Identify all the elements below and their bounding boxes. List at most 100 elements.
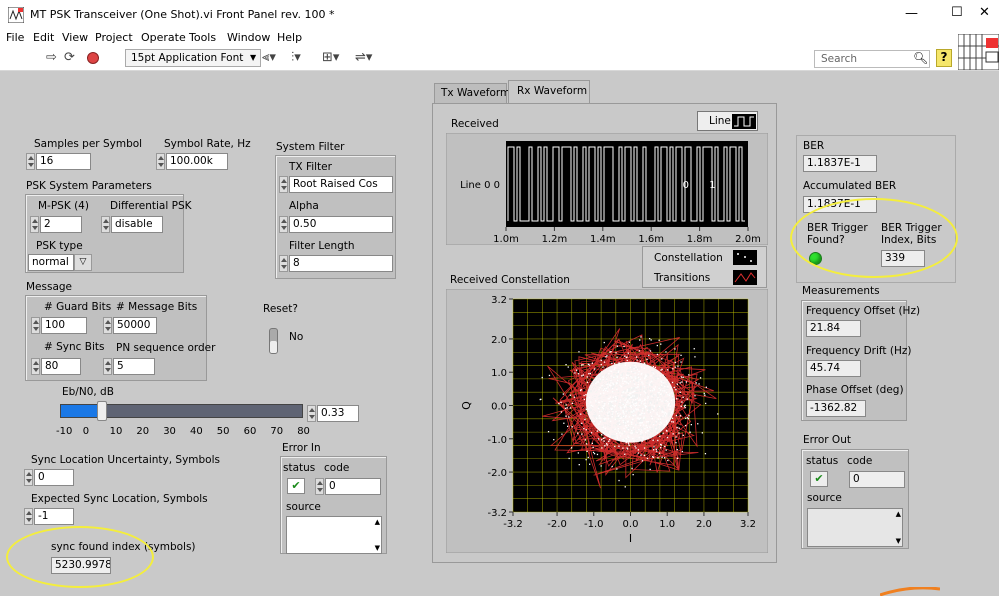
constellation-x-tick-label: 2.0 xyxy=(696,519,712,530)
sync-bits-stepper[interactable] xyxy=(31,358,40,375)
constellation-point xyxy=(641,372,643,375)
reset-state-text: No xyxy=(289,331,304,343)
menu-file[interactable]: File xyxy=(6,31,24,44)
constellation-point xyxy=(641,422,643,424)
mpsk-input[interactable]: 2 xyxy=(40,216,82,233)
constellation-point xyxy=(562,393,564,395)
minimize-button[interactable]: — xyxy=(905,6,918,21)
alpha-stepper[interactable] xyxy=(279,216,288,233)
maximize-button[interactable]: ☐ xyxy=(951,5,963,20)
search-input[interactable]: Search xyxy=(821,53,857,65)
alpha-input[interactable]: 0.50 xyxy=(289,216,393,233)
font-selector[interactable]: 15pt Application Font ▼ xyxy=(125,49,261,67)
guard-bits-input[interactable]: 100 xyxy=(41,317,87,334)
constellation-point xyxy=(622,377,625,379)
constellation-point xyxy=(661,358,663,360)
run-continuously-icon[interactable]: ⟳ xyxy=(64,50,75,65)
constellation-point xyxy=(669,408,671,410)
received-digit-label: 0 xyxy=(683,180,689,191)
message-bits-stepper[interactable] xyxy=(103,317,112,334)
menu-operate[interactable]: Operate xyxy=(141,31,186,44)
error-in-code-input[interactable]: 0 xyxy=(325,478,381,495)
ebn0-input[interactable]: 0.33 xyxy=(317,405,359,422)
received-x-tick-label: 1.8m xyxy=(687,234,713,245)
mpsk-stepper[interactable] xyxy=(30,216,39,233)
distribute-objects-icon[interactable]: ⫶▾ xyxy=(291,50,301,65)
constellation-point xyxy=(599,410,601,413)
frequency-drift-value: 45.74 xyxy=(806,360,861,377)
constellation-point xyxy=(639,398,641,400)
search-box[interactable]: Search 🔍︎ xyxy=(814,50,930,68)
psk-type-select[interactable]: normal xyxy=(28,254,74,271)
scroll-up-icon[interactable]: ▲ xyxy=(375,518,380,526)
constellation-point xyxy=(640,402,642,404)
sync-uncertainty-stepper[interactable] xyxy=(24,469,33,486)
pn-order-input[interactable]: 5 xyxy=(113,358,155,375)
expected-sync-input[interactable]: -1 xyxy=(34,508,74,525)
constellation-point xyxy=(639,360,641,362)
samples-per-symbol-input[interactable]: 16 xyxy=(36,153,91,170)
scroll-down-icon[interactable]: ▼ xyxy=(375,544,380,552)
guard-bits-stepper[interactable] xyxy=(31,317,40,334)
constellation-point xyxy=(598,417,600,419)
ebn0-stepper[interactable] xyxy=(307,405,316,422)
message-bits-input[interactable]: 50000 xyxy=(113,317,157,334)
symbol-rate-input[interactable]: 100.00k xyxy=(166,153,228,170)
constellation-point xyxy=(601,400,603,403)
menu-view[interactable]: View xyxy=(62,31,88,44)
menu-window[interactable]: Window xyxy=(227,31,270,44)
tab-tx-waveform[interactable]: Tx Waveform xyxy=(434,83,510,103)
constellation-point xyxy=(625,398,627,400)
menu-tools[interactable]: Tools xyxy=(189,31,216,44)
differential-psk-select[interactable]: disable xyxy=(111,216,163,233)
error-in-code-stepper[interactable] xyxy=(315,478,324,495)
constellation-point xyxy=(608,397,610,400)
sync-uncertainty-input[interactable]: 0 xyxy=(34,469,74,486)
constellation-point xyxy=(628,444,630,446)
differential-psk-stepper[interactable] xyxy=(101,216,110,233)
constellation-point xyxy=(695,382,697,384)
constellation-point xyxy=(626,420,628,422)
constellation-point xyxy=(632,395,634,397)
constellation-point xyxy=(604,445,606,447)
received-x-tick-label: 1.6m xyxy=(638,234,664,245)
tab-rx-waveform[interactable]: Rx Waveform xyxy=(508,80,590,104)
ebn0-slider-track[interactable] xyxy=(60,401,303,421)
search-icon[interactable]: 🔍︎ xyxy=(913,51,928,65)
constellation-point xyxy=(629,402,631,404)
received-legend[interactable]: Line xyxy=(697,111,758,131)
constellation-point xyxy=(603,361,606,363)
align-objects-icon[interactable]: ⫷▾ xyxy=(262,50,276,65)
constellation-points-legend-icon xyxy=(733,250,757,265)
constellation-point xyxy=(605,418,607,420)
psk-type-dropdown-icon[interactable]: ▽ xyxy=(74,254,92,271)
expected-sync-stepper[interactable] xyxy=(24,508,33,525)
help-icon[interactable]: ? xyxy=(936,49,952,67)
error-in-status-check-icon[interactable]: ✔ xyxy=(287,478,305,494)
reset-toggle-switch[interactable] xyxy=(269,328,278,354)
constellation-point xyxy=(666,379,668,381)
received-legend-label: Line xyxy=(709,115,731,127)
error-out-source-textbox: ▲ ▼ xyxy=(807,508,903,547)
constellation-point xyxy=(641,410,644,412)
menu-edit[interactable]: Edit xyxy=(33,31,54,44)
run-arrow-icon[interactable]: ⇨ xyxy=(46,50,57,65)
resize-objects-icon[interactable]: ⊞▾ xyxy=(322,50,339,65)
constellation-point xyxy=(623,427,625,430)
close-button[interactable]: ✕ xyxy=(979,5,990,20)
menu-project[interactable]: Project xyxy=(95,31,133,44)
pn-order-stepper[interactable] xyxy=(103,358,112,375)
filter-length-stepper[interactable] xyxy=(279,255,288,272)
tx-filter-select[interactable]: Root Raised Cos xyxy=(289,176,393,193)
menu-help[interactable]: Help xyxy=(277,31,302,44)
ebn0-slider-thumb[interactable] xyxy=(96,401,107,421)
reorder-icon[interactable]: ⇌▾ xyxy=(355,50,372,65)
error-in-source-textbox[interactable]: ▲ ▼ xyxy=(286,516,382,554)
samples-per-symbol-stepper[interactable] xyxy=(26,153,35,170)
abort-stop-icon[interactable] xyxy=(87,52,99,64)
constellation-point xyxy=(622,421,625,423)
tx-filter-stepper[interactable] xyxy=(279,176,288,193)
filter-length-input[interactable]: 8 xyxy=(289,255,393,272)
symbol-rate-stepper[interactable] xyxy=(156,153,165,170)
sync-bits-input[interactable]: 80 xyxy=(41,358,81,375)
